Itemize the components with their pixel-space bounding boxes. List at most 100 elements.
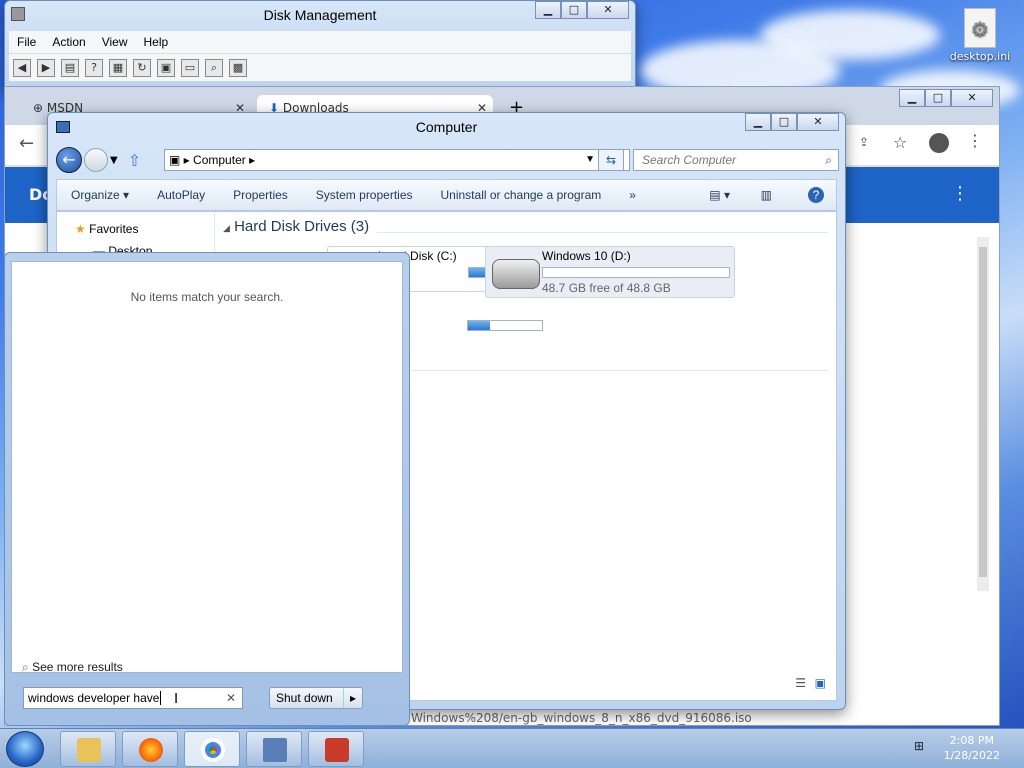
- system-clock[interactable]: 2:08 PM 1/28/2022: [944, 733, 1000, 763]
- drive-3-usage-bar: [467, 320, 543, 331]
- refresh-icon[interactable]: ⇆: [598, 149, 624, 171]
- settings-icon[interactable]: ▩: [229, 58, 247, 77]
- menu-view[interactable]: View: [94, 35, 136, 49]
- usage-fill: [468, 321, 491, 330]
- recent-pages-icon[interactable]: ▼: [110, 155, 118, 166]
- minimize-button[interactable]: ▁: [745, 113, 771, 131]
- firefox-icon: [139, 738, 163, 762]
- taskbar-disk-management[interactable]: [246, 731, 302, 767]
- address-breadcrumb[interactable]: Computer: [193, 153, 246, 167]
- menu-help[interactable]: Help: [136, 35, 177, 49]
- chrome-minimize-button[interactable]: ▁: [899, 89, 925, 107]
- uninstall-button[interactable]: Uninstall or change a program: [427, 188, 616, 202]
- section-divider: [407, 370, 828, 371]
- start-button[interactable]: [6, 731, 44, 767]
- menu-action[interactable]: Action: [44, 35, 93, 49]
- autoplay-button[interactable]: AutoPlay: [143, 188, 219, 202]
- network-icon[interactable]: ⊞: [914, 739, 924, 753]
- menu-bar: File Action View Help: [9, 31, 631, 53]
- desktop-file-icon[interactable]: desktop.ini: [944, 8, 1016, 63]
- taskbar: ⊞ 2:08 PM 1/28/2022: [0, 728, 1024, 768]
- disk-management-window[interactable]: Disk Management ▁ □ ✕ File Action View H…: [4, 0, 636, 92]
- address-bar[interactable]: ▣ ▸ Computer ▸ ▼: [164, 149, 630, 171]
- hard-drive-icon: [492, 259, 540, 289]
- page-scrollbar[interactable]: [977, 237, 989, 591]
- drive-d-label: Windows 10 (D:): [542, 249, 631, 263]
- bookmark-star-icon[interactable]: ☆: [893, 133, 907, 152]
- taskbar-toolbox[interactable]: [308, 731, 364, 767]
- start-search-input[interactable]: windows developer have Ⅰ ✕: [23, 687, 243, 709]
- taskbar-chrome[interactable]: [184, 731, 240, 767]
- chrome-menu-icon[interactable]: ⋮: [967, 131, 983, 150]
- star-icon: ★: [75, 222, 86, 236]
- no-results-message: No items match your search.: [130, 290, 284, 304]
- clock-date: 1/28/2022: [943, 749, 1000, 762]
- forward-arrow-icon[interactable]: [84, 148, 108, 172]
- clear-search-icon[interactable]: ✕: [226, 688, 236, 708]
- chrome-icon: [201, 738, 225, 762]
- properties-button[interactable]: Properties: [219, 188, 302, 202]
- help-icon[interactable]: ?: [85, 58, 103, 77]
- nav-favorites-label: Favorites: [89, 222, 139, 236]
- search-icon: ⌕: [22, 660, 29, 674]
- preview-pane-icon[interactable]: ▥: [747, 188, 786, 202]
- open-folder-icon[interactable]: ▭: [181, 58, 199, 77]
- see-more-results-link[interactable]: ⌕ See more results: [22, 660, 123, 675]
- computer-management-icon: [263, 738, 287, 762]
- profile-avatar-icon[interactable]: [929, 133, 949, 153]
- chrome-maximize-button[interactable]: □: [925, 89, 951, 107]
- search-icon[interactable]: ⌕: [205, 58, 223, 77]
- more-commands-button[interactable]: »: [615, 188, 650, 202]
- window-title: Computer: [415, 119, 478, 135]
- back-icon[interactable]: ←: [19, 133, 34, 154]
- console-tree-icon[interactable]: ▤: [61, 58, 79, 77]
- maximize-button[interactable]: □: [771, 113, 797, 131]
- more-options-icon[interactable]: ⋮: [951, 183, 969, 204]
- up-arrow-icon[interactable]: ⇧: [128, 151, 141, 170]
- start-menu: No items match your search. ⌕ See more r…: [4, 252, 410, 726]
- drive-d[interactable]: Windows 10 (D:) 48.7 GB free of 48.8 GB: [485, 246, 735, 298]
- help-icon[interactable]: ?: [808, 187, 824, 203]
- details-view-icon[interactable]: ☰: [795, 676, 806, 690]
- chrome-close-button[interactable]: ✕: [951, 89, 993, 107]
- nav-favorites[interactable]: ★ Favorites: [75, 222, 138, 236]
- change-view-icon[interactable]: ▤ ▾: [695, 188, 744, 202]
- properties-icon[interactable]: ▣: [157, 58, 175, 77]
- search-icon[interactable]: ⌕: [825, 150, 832, 170]
- maximize-button[interactable]: □: [561, 1, 587, 19]
- refresh-icon[interactable]: ↻: [133, 58, 151, 77]
- share-icon[interactable]: ⇪: [859, 135, 869, 149]
- system-properties-button[interactable]: System properties: [302, 188, 427, 202]
- taskbar-firefox[interactable]: [122, 731, 178, 767]
- globe-icon: ⊕: [33, 101, 44, 115]
- address-dropdown-icon[interactable]: ▼: [585, 150, 595, 170]
- back-arrow-icon[interactable]: ◀: [13, 58, 31, 77]
- close-button[interactable]: ✕: [797, 113, 839, 131]
- taskbar-explorer[interactable]: [60, 731, 116, 767]
- action-pane-icon[interactable]: ▦: [109, 58, 127, 77]
- drive-d-usage-bar: [542, 267, 730, 278]
- large-icons-view-icon[interactable]: ▣: [815, 676, 826, 690]
- group-header[interactable]: ◢ Hard Disk Drives (3): [223, 218, 369, 235]
- download-file-link[interactable]: Windows%208/en-gb_windows_8_n_x86_dvd_91…: [411, 711, 752, 725]
- text-cursor-icon: Ⅰ: [174, 690, 179, 706]
- search-query: windows developer have: [28, 691, 160, 705]
- menu-file[interactable]: File: [9, 35, 44, 49]
- search-results-pane: No items match your search. ⌕ See more r…: [11, 261, 403, 675]
- close-button[interactable]: ✕: [587, 1, 629, 19]
- collapse-icon[interactable]: ◢: [223, 223, 230, 233]
- computer-icon: ▣ ▸: [169, 153, 190, 167]
- see-more-label: See more results: [32, 660, 123, 674]
- search-input[interactable]: Search Computer ⌕: [633, 149, 839, 171]
- chevron-right-icon: ▸: [249, 153, 256, 167]
- organize-button[interactable]: Organize ▾: [57, 188, 143, 202]
- toolbar: ◀ ▶ ▤ ? ▦ ↻ ▣ ▭ ⌕ ▩: [9, 53, 631, 81]
- minimize-button[interactable]: ▁: [535, 1, 561, 19]
- forward-arrow-icon[interactable]: ▶: [37, 58, 55, 77]
- folder-icon: [77, 738, 101, 762]
- back-arrow-icon[interactable]: ←: [56, 147, 82, 173]
- navigation-bar: ← ▼ ⇧ ▣ ▸ Computer ▸ ▼ ⇆ Search Computer…: [56, 145, 839, 175]
- shutdown-button[interactable]: Shut down: [269, 687, 363, 709]
- toolbox-icon: [325, 738, 349, 762]
- command-bar: Organize ▾ AutoPlay Properties System pr…: [56, 179, 837, 211]
